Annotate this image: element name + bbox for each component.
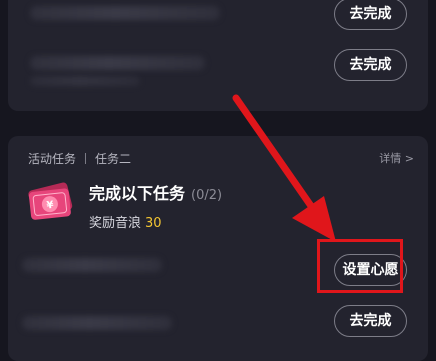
task-header: 活动任务 任务二: [28, 150, 131, 167]
subtask-text-blurred: [22, 316, 172, 330]
details-link[interactable]: 详情 >: [379, 150, 414, 166]
task-title-text: 完成以下任务: [89, 184, 186, 203]
task-text-blurred: [30, 76, 140, 86]
task-title: 完成以下任务 (0/2): [89, 180, 222, 204]
reward-value: 30: [145, 216, 162, 231]
go-complete-button[interactable]: 去完成: [334, 0, 407, 30]
task-text-blurred: [30, 56, 205, 70]
task-text-blurred: [30, 6, 220, 20]
task-progress: (0/2): [191, 188, 223, 203]
highlight-box: [317, 239, 403, 293]
svg-text:¥: ¥: [46, 200, 54, 212]
reward-label: 奖励音浪: [89, 216, 142, 231]
activity-task-label: 活动任务: [28, 152, 77, 166]
ticket-icon: ¥: [25, 180, 77, 226]
task-card-top: 去完成 去完成: [8, 0, 428, 111]
reward-row: 奖励音浪 30: [89, 212, 162, 231]
go-complete-button[interactable]: 去完成: [334, 305, 407, 337]
go-complete-button[interactable]: 去完成: [334, 49, 407, 81]
subtask-text-blurred: [22, 258, 162, 272]
divider: [85, 153, 87, 164]
task-number-label: 任务二: [95, 152, 132, 166]
